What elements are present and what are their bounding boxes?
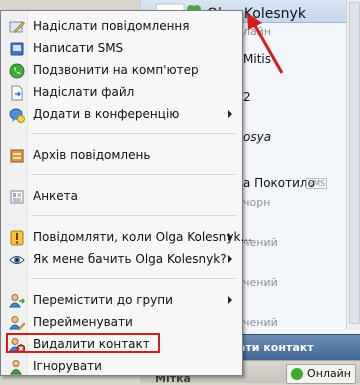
move-group-icon xyxy=(9,294,25,308)
contact-status: лайн xyxy=(243,25,272,38)
sms-badge: SMS xyxy=(306,178,328,189)
submenu-arrow-icon xyxy=(228,233,232,241)
menu-item-label: Надіслати файл xyxy=(33,85,135,99)
ignore-icon xyxy=(10,360,22,375)
sms-phone-icon xyxy=(10,42,24,56)
eye-icon xyxy=(9,256,25,264)
menu-item-label: Додати в конференцію xyxy=(33,107,180,121)
menu-item-ignore[interactable]: Ігнорувати xyxy=(3,356,240,377)
menu-item-message-archive[interactable]: Архів повідомлень xyxy=(3,145,240,166)
submenu-arrow-icon xyxy=(228,296,232,304)
menu-item-call-computer[interactable]: Подзвонити на комп'ютер xyxy=(3,60,240,81)
online-status-button[interactable]: Онлайн xyxy=(286,364,356,384)
submenu-arrow-icon xyxy=(228,110,232,118)
call-icon xyxy=(9,63,25,79)
add-contact-label: ати контакт xyxy=(238,341,314,354)
contact-status: чений xyxy=(243,276,278,289)
contact-context-menu: Надіслати повідомлення Написати SMS Подз… xyxy=(0,10,252,377)
contact-name[interactable]: osya xyxy=(243,130,271,144)
menu-item-label: Надіслати повідомлення xyxy=(33,19,190,33)
menu-item-how-i-appear[interactable]: Як мене бачить Olga Kolesnyk? xyxy=(3,249,240,270)
conference-add-icon xyxy=(9,108,25,123)
contact-name[interactable]: Mitis xyxy=(243,52,271,66)
menu-item-send-file[interactable]: Надіслати файл xyxy=(3,82,240,103)
pencil-message-icon xyxy=(9,21,25,33)
menu-item-label: Анкета xyxy=(33,189,79,203)
contact-list-scrollbar[interactable] xyxy=(346,0,360,330)
menu-item-label: Подзвонити на комп'ютер xyxy=(33,63,199,77)
profile-card-icon xyxy=(10,190,24,204)
menu-separator xyxy=(31,133,236,134)
menu-item-label: Повідомляти, коли Olga Kolesnyk... xyxy=(33,230,252,244)
menu-item-move-to-group[interactable]: Перемістити до групи xyxy=(3,290,240,311)
send-file-icon xyxy=(11,85,23,101)
contact-status: чений xyxy=(243,316,278,329)
menu-item-label: Написати SMS xyxy=(33,41,124,55)
menu-separator xyxy=(31,215,236,216)
menu-item-add-to-conference[interactable]: Додати в конференцію xyxy=(3,104,240,125)
contact-name[interactable]: 2 xyxy=(243,90,251,104)
submenu-arrow-icon xyxy=(228,255,232,263)
rename-icon xyxy=(9,316,25,331)
menu-item-rename[interactable]: Перейменувати xyxy=(3,312,240,333)
menu-item-write-sms[interactable]: Написати SMS xyxy=(3,38,240,59)
contact-status: чорн xyxy=(243,196,271,209)
menu-item-send-message[interactable]: Надіслати повідомлення xyxy=(3,16,240,37)
notify-icon xyxy=(10,230,24,246)
delete-contact-highlight xyxy=(6,333,160,353)
contact-name[interactable]: а Покотило xyxy=(243,176,315,190)
archive-icon xyxy=(10,149,24,163)
menu-item-label: Як мене бачить Olga Kolesnyk? xyxy=(33,252,227,266)
menu-item-label: Ігнорувати xyxy=(33,359,102,373)
menu-item-profile[interactable]: Анкета xyxy=(3,186,240,207)
menu-separator xyxy=(31,278,236,279)
menu-separator xyxy=(31,174,236,175)
scrollbar-thumb[interactable] xyxy=(349,2,360,324)
online-status-label: Онлайн xyxy=(307,367,351,380)
menu-item-label: Архів повідомлень xyxy=(33,148,151,162)
online-dot-icon xyxy=(291,368,304,380)
menu-item-label: Перейменувати xyxy=(33,315,133,329)
menu-item-label: Перемістити до групи xyxy=(33,293,173,307)
menu-item-notify-when[interactable]: Повідомляти, коли Olga Kolesnyk... xyxy=(3,227,252,248)
